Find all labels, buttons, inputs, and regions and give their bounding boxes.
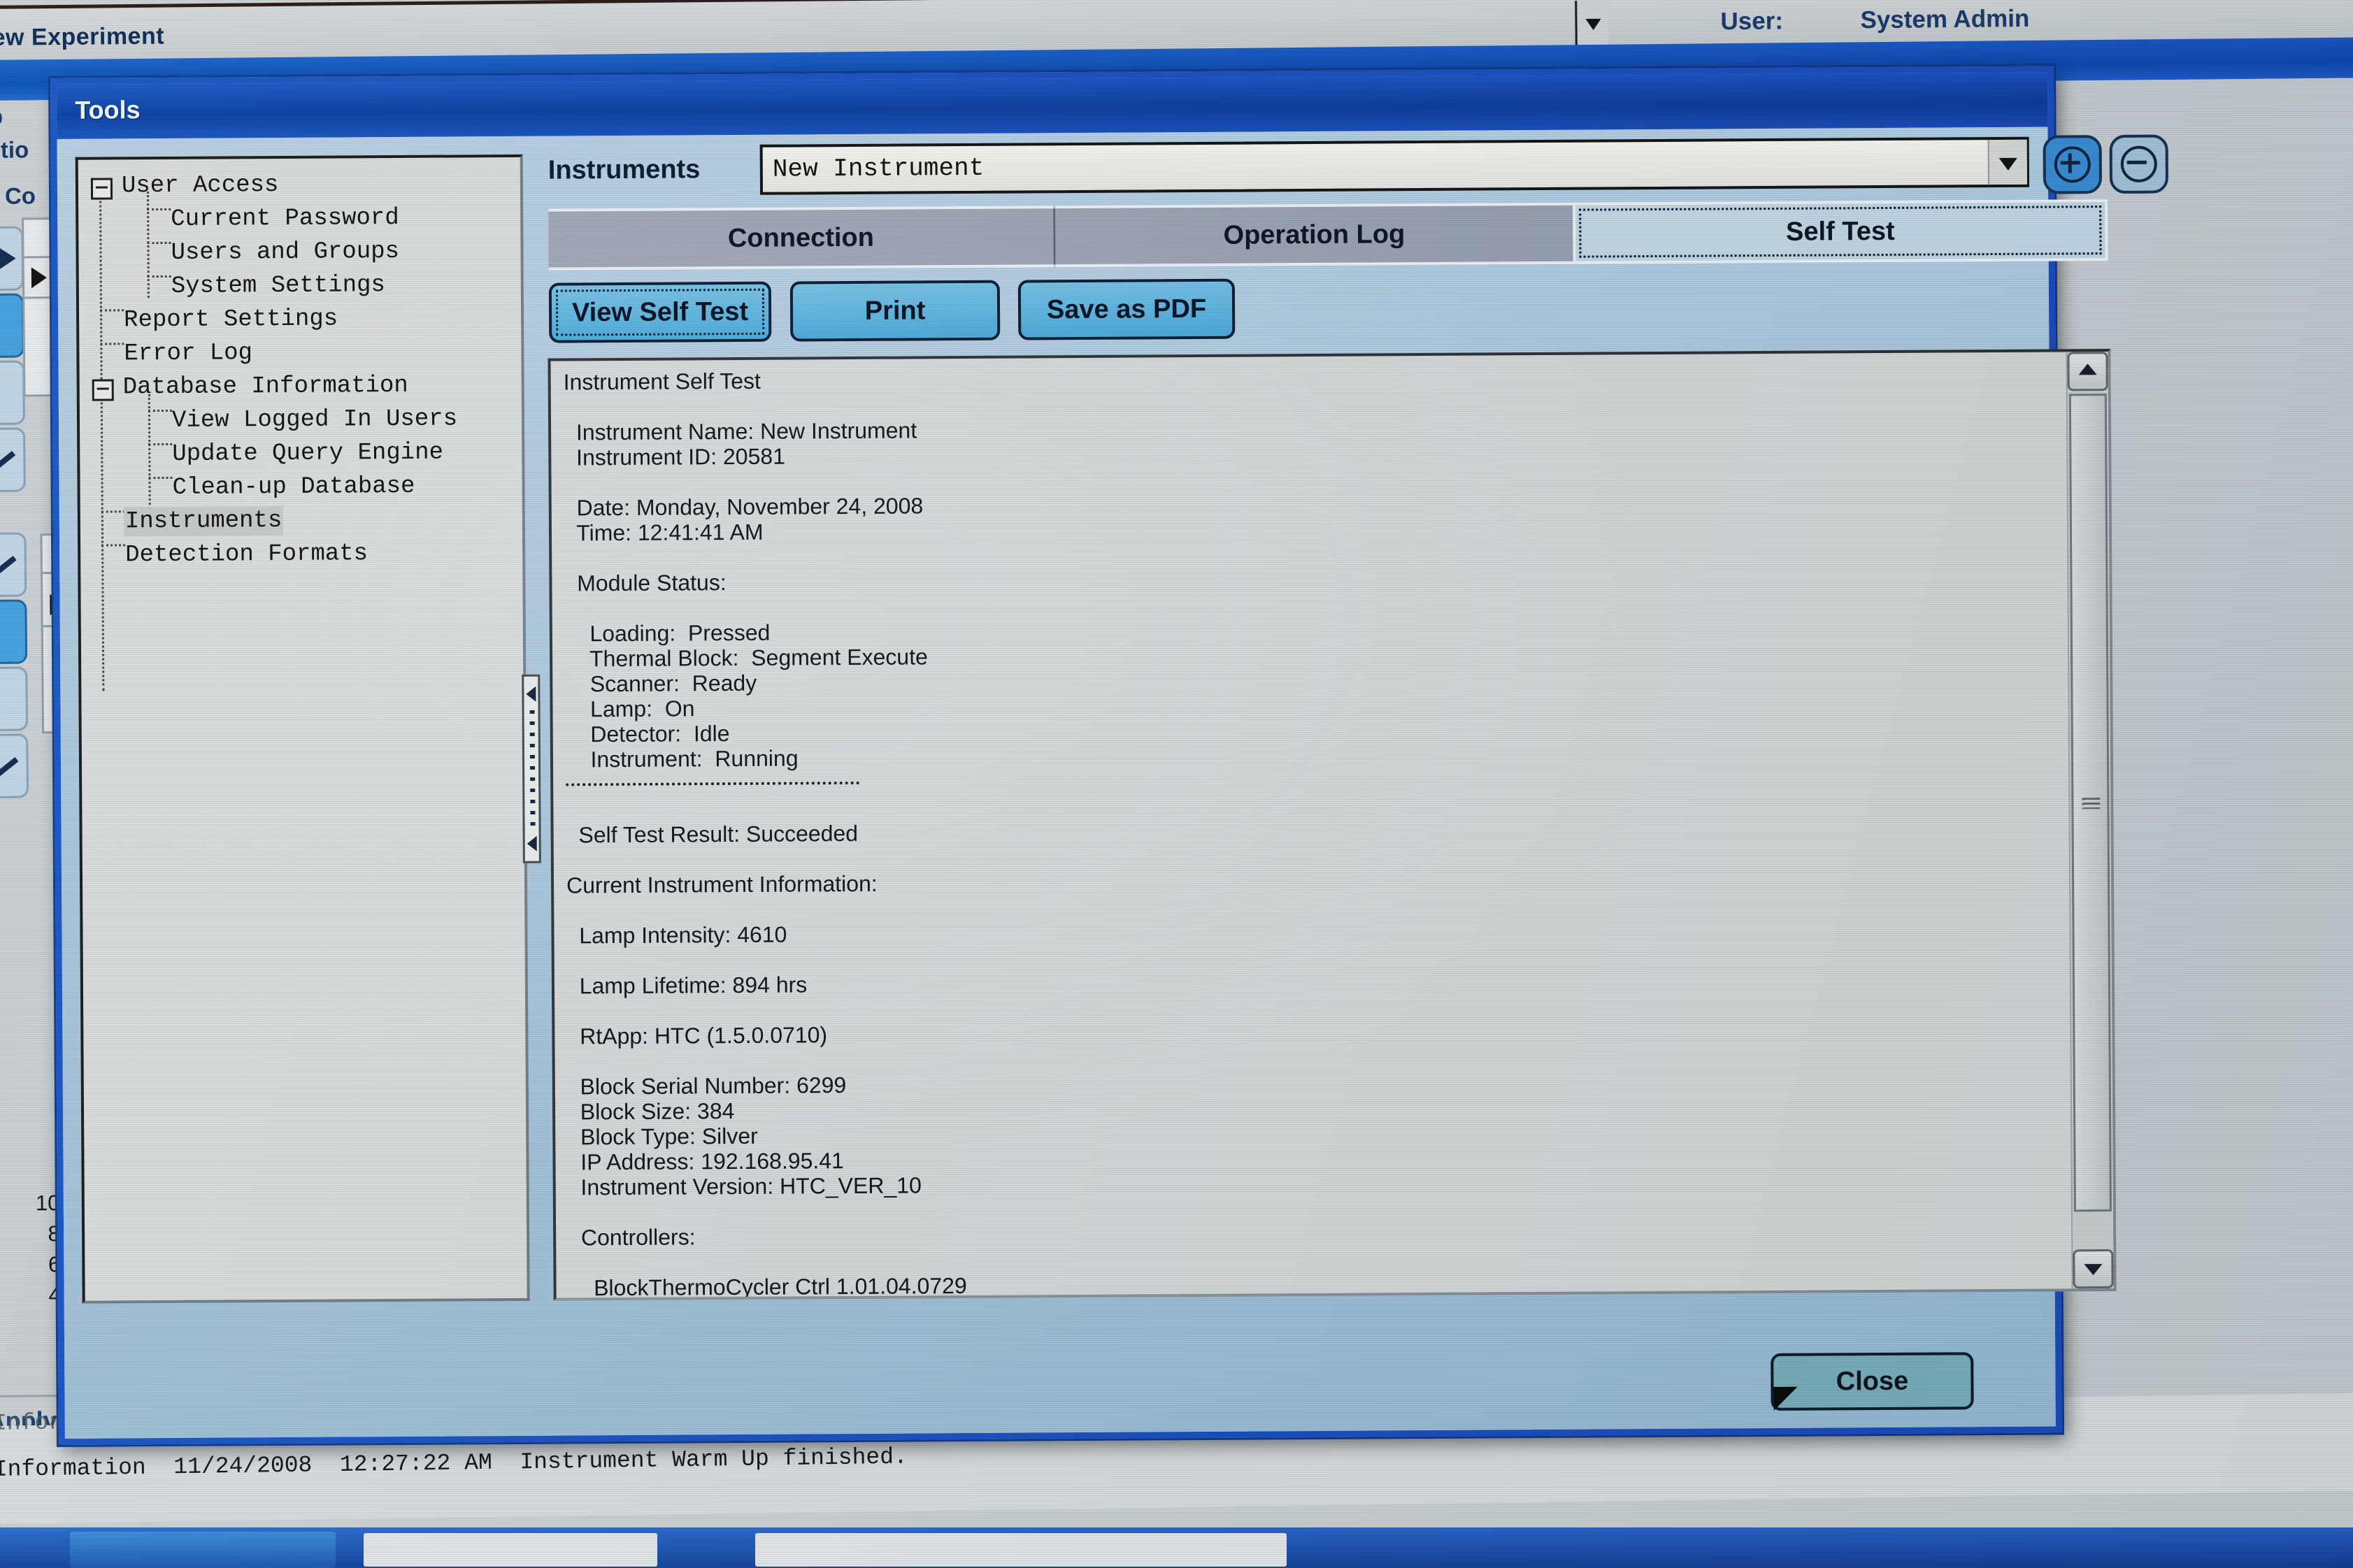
tree-item-label: Detection Formats	[125, 540, 369, 569]
self-test-report-text: Instrument Self Test Instrument Name: Ne…	[564, 360, 2068, 1301]
tree-item-label: Database Information	[122, 372, 408, 401]
instrument-select[interactable]: New Instrument	[759, 136, 2030, 195]
tab-label: Operation Log	[1223, 219, 1406, 250]
taskbar-item-1[interactable]	[364, 1533, 657, 1567]
instrument-tabstrip: Connection Operation Log Self Test	[548, 199, 2108, 271]
close-button[interactable]: Close	[1771, 1352, 1974, 1411]
rail-button-7[interactable]	[0, 666, 29, 732]
tree-item-update-query-engine[interactable]: Update Query Engine	[80, 436, 522, 472]
tree-item-error-log[interactable]: Error Log	[79, 335, 521, 371]
tree-item-label: Instruments	[124, 507, 282, 535]
add-instrument-button[interactable]	[2043, 135, 2103, 194]
rail-button-1[interactable]	[0, 226, 24, 292]
tab-self-test[interactable]: Self Test	[1573, 199, 2108, 264]
tree-item-instruments[interactable]: Instruments	[80, 503, 522, 539]
tree-item-label: Current Password	[171, 204, 399, 233]
tree-item-label: Error Log	[124, 340, 253, 368]
tree-item-system-settings[interactable]: System Settings	[79, 268, 521, 304]
splitter-arrow-down-icon	[527, 835, 537, 851]
mouse-cursor-icon	[1773, 1386, 1798, 1411]
tab-connection[interactable]: Connection	[548, 206, 1054, 271]
button-label: Print	[864, 295, 926, 326]
caret-up-icon	[2078, 364, 2097, 375]
tree-item-detection-formats[interactable]: Detection Formats	[80, 536, 522, 573]
rail-button-5[interactable]	[0, 532, 27, 598]
background-label-color: or Co	[0, 182, 36, 209]
tree-item-label: Users and Groups	[171, 238, 400, 266]
tree-item-user-access[interactable]: User Access	[78, 167, 520, 203]
expander-minus-icon[interactable]	[90, 178, 113, 200]
print-button[interactable]: Print	[789, 280, 1001, 342]
button-label: Close	[1836, 1366, 1909, 1396]
tree-item-report-settings[interactable]: Report Settings	[79, 301, 521, 338]
button-label: View Self Test	[571, 296, 749, 327]
scroll-down-button[interactable]	[2073, 1249, 2114, 1289]
save-as-pdf-button[interactable]: Save as PDF	[1017, 278, 1236, 340]
dialog-body: User Access Current Password Users and G…	[57, 127, 2169, 1439]
tree-item-label: Update Query Engine	[172, 439, 444, 468]
tree-item-label: View Logged In Users	[171, 405, 458, 434]
splitter-arrow-up-icon	[526, 686, 536, 702]
caret-down-icon	[2084, 1264, 2103, 1276]
taskbar-item-2[interactable]	[755, 1533, 1287, 1567]
rail-button-8[interactable]	[0, 733, 29, 799]
tab-label: Connection	[727, 222, 875, 253]
button-label: Save as PDF	[1046, 294, 1207, 324]
background-label-selection: ectio	[0, 136, 29, 164]
tab-operation-log[interactable]: Operation Log	[1055, 202, 1573, 268]
scrollbar-thumb[interactable]	[2068, 394, 2112, 1212]
remove-instrument-button[interactable]	[2109, 134, 2169, 194]
self-test-report-pane[interactable]: Instrument Self Test Instrument Name: Ne…	[548, 349, 2117, 1301]
splitter-grip-icon	[529, 710, 536, 833]
tree-item-clean-up-database[interactable]: Clean-up Database	[80, 469, 522, 505]
os-taskbar[interactable]	[0, 1527, 2353, 1568]
user-name-value: System Admin	[1860, 4, 2030, 34]
report-vertical-scrollbar[interactable]	[2066, 352, 2114, 1289]
tree-item-users-and-groups[interactable]: Users and Groups	[78, 234, 520, 271]
scrollbar-grip-icon	[2082, 798, 2101, 810]
screen-photo: ew Experiment User: System Admin up ecti…	[0, 0, 2353, 1568]
background-label-group: up	[0, 103, 3, 130]
expander-minus-icon[interactable]	[92, 379, 114, 401]
tree-item-view-logged-in-users[interactable]: View Logged In Users	[80, 402, 522, 438]
instrument-select-value: New Instrument	[772, 153, 985, 184]
background-window-title: ew Experiment	[0, 22, 165, 51]
tree-item-label: Report Settings	[124, 305, 338, 334]
tree-item-database-information[interactable]: Database Information	[80, 368, 522, 405]
view-self-test-button[interactable]: View Self Test	[548, 281, 772, 343]
rail-button-4[interactable]	[0, 427, 26, 493]
tree-item-label: User Access	[121, 172, 279, 200]
rail-button-2-selected[interactable]	[0, 293, 25, 359]
taskbar-start-button[interactable]	[70, 1532, 336, 1568]
rail-button-3[interactable]	[0, 360, 25, 426]
dialog-title: Tools	[75, 95, 141, 124]
tools-navigation-tree[interactable]: User Access Current Password Users and G…	[75, 154, 530, 1304]
tree-item-label: System Settings	[171, 272, 385, 300]
instruments-label: Instruments	[548, 154, 701, 185]
tools-dialog: Tools User Access Current Password Users…	[50, 66, 2169, 1445]
tree-item-current-password[interactable]: Current Password	[78, 201, 520, 237]
scroll-up-button[interactable]	[2067, 352, 2108, 391]
log-line-2: Information 11/24/2008 12:27:22 AM Instr…	[0, 1444, 908, 1483]
rail-button-6-selected[interactable]	[0, 599, 28, 665]
user-label: User:	[1720, 7, 1784, 36]
tree-item-label: Clean-up Database	[172, 473, 415, 501]
tab-label: Self Test	[1785, 216, 1895, 247]
chevron-down-icon[interactable]	[1987, 139, 2027, 185]
panel-splitter-handle[interactable]	[522, 674, 541, 863]
